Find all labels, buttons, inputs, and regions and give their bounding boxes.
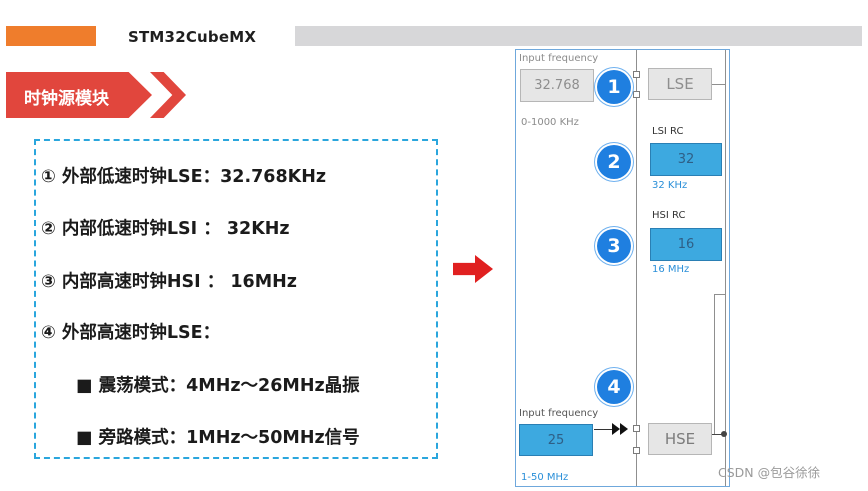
section-title: 时钟源模块 [24, 89, 109, 109]
badge-4-icon: 4 [597, 370, 631, 404]
bypass-mode-line: ■ 旁路模式：1MHz～50MHz信号 [76, 428, 360, 448]
hsi-line: ③ 内部高速时钟HSI ： 16MHz [41, 272, 297, 292]
hse-connector-top [633, 425, 640, 432]
right-vertical-bus [725, 50, 726, 486]
lsi-rc-title: LSI RC [652, 126, 684, 137]
lse-connector-bottom [633, 91, 640, 98]
hse-feed-wire [714, 294, 715, 434]
lse-output-wire [712, 84, 725, 85]
input-frequency-label-top: Input frequency [519, 53, 599, 64]
lse-connector-top [633, 71, 640, 78]
hse-connector-bottom [633, 447, 640, 454]
badge-2-icon: 2 [597, 145, 631, 179]
hse-frequency-range: 1-50 MHz [521, 472, 569, 483]
hsi-rc-title: HSI RC [652, 210, 686, 221]
right-arrow-icon [453, 255, 493, 283]
badge-3-icon: 3 [597, 229, 631, 263]
double-arrow-icon [612, 423, 628, 435]
clock-diagram-panel [515, 49, 730, 487]
input-frequency-label-bottom: Input frequency [519, 408, 599, 419]
lsi-rc-block[interactable]: 32 [650, 143, 722, 176]
vertical-divider [636, 50, 637, 486]
hse-block[interactable]: HSE [648, 423, 712, 455]
junction-dot-icon [721, 431, 727, 437]
hse-frequency-input[interactable]: 25 [519, 424, 593, 456]
hsi-rc-block[interactable]: 16 [650, 228, 722, 261]
header-gray-bar [295, 26, 862, 46]
lse-frequency-range: 0-1000 KHz [521, 117, 579, 128]
lsi-frequency-text: 32 KHz [652, 180, 688, 191]
header-accent-bar [6, 26, 96, 46]
hsi-frequency-text: 16 MHz [652, 264, 690, 275]
slide-title: STM32CubeMX [128, 28, 257, 46]
lse-line: ① 外部低速时钟LSE：32.768KHz [41, 167, 327, 187]
banner-chevron-icon [150, 72, 186, 118]
hse-feed-wire-top [714, 294, 725, 295]
csdn-watermark: CSDN @包谷徐徐 [718, 465, 821, 480]
hse-line: ④ 外部高速时钟LSE： [41, 323, 221, 343]
lsi-line: ② 内部低速时钟LSI ： 32KHz [41, 219, 290, 239]
badge-1-icon: 1 [597, 70, 631, 104]
hse-input-wire [594, 429, 612, 430]
lse-block[interactable]: LSE [648, 68, 712, 100]
oscillator-mode-line: ■ 震荡模式：4MHz～26MHz晶振 [76, 376, 360, 396]
lse-frequency-input[interactable]: 32.768 [520, 69, 594, 102]
